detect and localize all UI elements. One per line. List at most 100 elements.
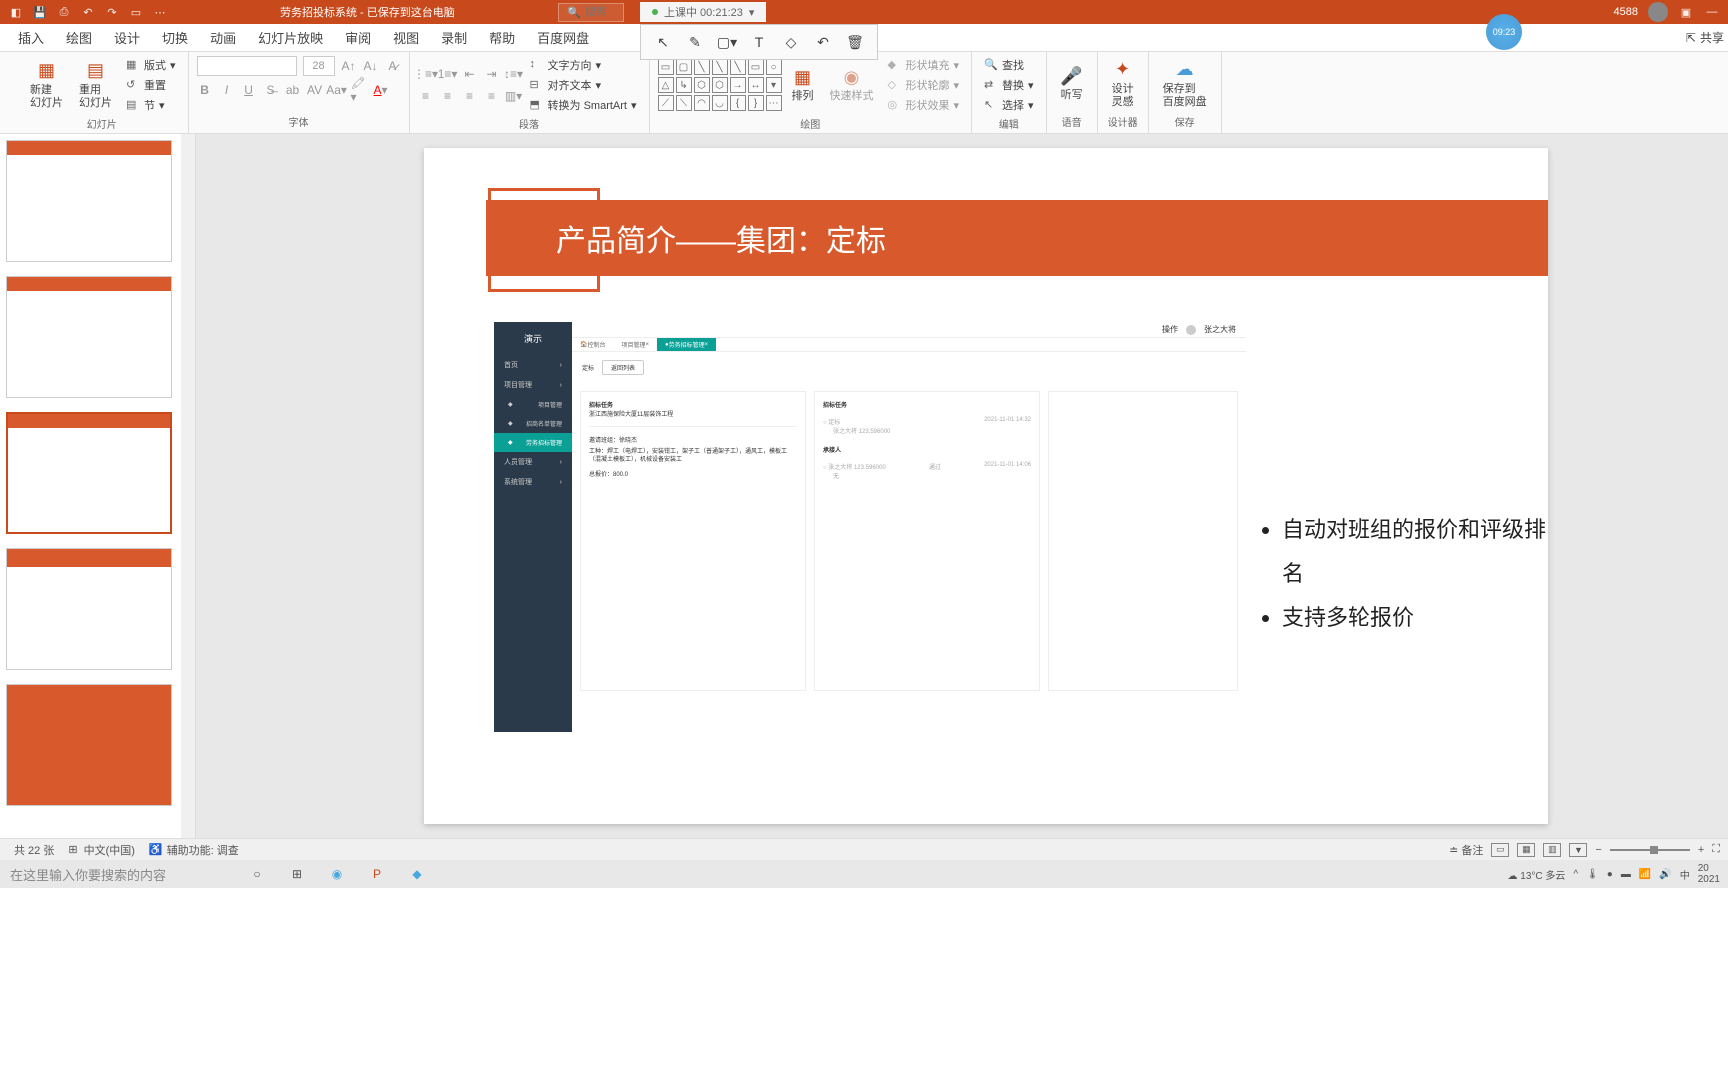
- text-icon[interactable]: T: [749, 32, 769, 52]
- taskbar-powerpoint-icon[interactable]: P: [364, 861, 390, 887]
- underline-icon[interactable]: U: [241, 82, 257, 98]
- italic-icon[interactable]: I: [219, 82, 235, 98]
- find-button[interactable]: 🔍查找: [980, 56, 1038, 74]
- weather-widget[interactable]: ☁ 13°C 多云: [1507, 867, 1565, 882]
- tray-clock[interactable]: 202021: [1698, 863, 1720, 885]
- tab-animation[interactable]: 动画: [208, 24, 238, 51]
- dictate-button[interactable]: 🎤 听写: [1055, 63, 1089, 104]
- new-slide-button[interactable]: ▦ 新建 幻灯片: [24, 58, 69, 112]
- smartart-button[interactable]: ⬒转换为 SmartArt ▾: [526, 96, 641, 114]
- tray-chevron-icon[interactable]: ^: [1573, 869, 1578, 880]
- tab-slideshow[interactable]: 幻灯片放映: [256, 24, 325, 51]
- slide-thumb[interactable]: [6, 140, 172, 262]
- tab-draw[interactable]: 绘图: [64, 24, 94, 51]
- zoom-in-icon[interactable]: +: [1698, 844, 1704, 856]
- slideshow-view-icon[interactable]: ▼: [1569, 843, 1587, 857]
- tab-design[interactable]: 设计: [112, 24, 142, 51]
- undo-icon[interactable]: ↶: [80, 4, 96, 20]
- line-spacing-icon[interactable]: ↕≡▾: [506, 66, 522, 82]
- align-text-button[interactable]: ⊟对齐文本 ▾: [526, 76, 641, 94]
- more-icon[interactable]: ⋯: [152, 4, 168, 20]
- bullets-icon[interactable]: ⋮≡▾: [418, 66, 434, 82]
- undo-tool-icon[interactable]: ↶: [813, 32, 833, 52]
- numbering-icon[interactable]: 1≡▾: [440, 66, 456, 82]
- tab-view[interactable]: 视图: [391, 24, 421, 51]
- trash-icon[interactable]: 🗑: [845, 32, 865, 52]
- taskbar-taskview-icon[interactable]: ⊞: [284, 861, 310, 887]
- tab-transition[interactable]: 切换: [160, 24, 190, 51]
- section-button[interactable]: ▤节 ▾: [122, 96, 180, 114]
- accessibility-status[interactable]: 辅助功能: 调查: [167, 842, 239, 858]
- tab-record[interactable]: 录制: [439, 24, 469, 51]
- shape-outline-button[interactable]: ◇形状轮廓 ▾: [884, 76, 964, 94]
- minimize-icon[interactable]: —: [1704, 4, 1720, 20]
- language-indicator[interactable]: 中文(中国): [84, 842, 135, 858]
- increase-font-icon[interactable]: A↑: [341, 58, 357, 74]
- taskbar-search[interactable]: 在这里输入你要搜索的内容: [0, 865, 166, 884]
- normal-view-icon[interactable]: ▭: [1491, 843, 1509, 857]
- font-color-icon[interactable]: A▾: [373, 82, 389, 98]
- save-baidu-button[interactable]: ☁ 保存到 百度网盘: [1157, 57, 1213, 111]
- sorter-view-icon[interactable]: ▦: [1517, 843, 1535, 857]
- slide-thumb[interactable]: [6, 276, 172, 398]
- tab-baidu[interactable]: 百度网盘: [535, 24, 591, 51]
- fit-window-icon[interactable]: ⛶: [1712, 843, 1720, 856]
- taskbar-browser-icon[interactable]: ◉: [324, 861, 350, 887]
- slide-canvas[interactable]: 产品简介——集团：定标 演示 首页› 项目管理› ◆ 项目管理 ◆ 招商名单管理…: [424, 148, 1548, 824]
- spacing-icon[interactable]: AV: [307, 82, 323, 98]
- decrease-font-icon[interactable]: A↓: [363, 58, 379, 74]
- tray-battery-icon[interactable]: ▬: [1621, 869, 1631, 880]
- slide-thumb-current[interactable]: [6, 412, 172, 534]
- tray-wifi-icon[interactable]: 📶: [1639, 869, 1651, 880]
- tray-ime-icon[interactable]: 中: [1680, 867, 1690, 882]
- align-center-icon[interactable]: ≡: [440, 88, 456, 104]
- shape-effects-button[interactable]: ◎形状效果 ▾: [884, 96, 964, 114]
- zoom-out-icon[interactable]: −: [1595, 844, 1601, 856]
- reuse-slide-button[interactable]: ▤ 重用 幻灯片: [73, 58, 118, 112]
- slide-editor[interactable]: 产品简介——集团：定标 演示 首页› 项目管理› ◆ 项目管理 ◆ 招商名单管理…: [196, 134, 1728, 838]
- align-left-icon[interactable]: ≡: [418, 88, 434, 104]
- taskbar-app-icon[interactable]: ◆: [404, 861, 430, 887]
- outdent-icon[interactable]: ⇤: [462, 66, 478, 82]
- slide-bullets[interactable]: 自动对班组的报价和评级排名 支持多轮报价: [1262, 508, 1548, 640]
- slide-title[interactable]: 产品简介——集团：定标: [486, 200, 1548, 276]
- indent-icon[interactable]: ⇥: [484, 66, 500, 82]
- pen-icon[interactable]: ✎: [685, 32, 705, 52]
- export-icon[interactable]: ⎙: [56, 4, 72, 20]
- clock-overlay[interactable]: 09:23: [1486, 14, 1522, 50]
- search-box[interactable]: 🔍: [558, 3, 624, 22]
- shape-fill-button[interactable]: ◆形状填充 ▾: [884, 56, 964, 74]
- ribbon-toggle-icon[interactable]: ▣: [1678, 4, 1694, 20]
- font-family-select[interactable]: [197, 56, 297, 76]
- cursor-icon[interactable]: ↖: [653, 32, 673, 52]
- clear-format-icon[interactable]: A̷: [385, 58, 401, 74]
- font-size-input[interactable]: [303, 56, 335, 76]
- tray-icon[interactable]: ●: [1607, 869, 1613, 880]
- share-button[interactable]: ⇱ 共享: [1686, 29, 1724, 46]
- search-input[interactable]: [585, 6, 615, 18]
- slide-thumbnail-panel[interactable]: [0, 134, 196, 838]
- thumbnail-scrollbar[interactable]: [181, 134, 195, 838]
- redo-icon[interactable]: ↷: [104, 4, 120, 20]
- autosave-icon[interactable]: ◧: [8, 4, 24, 20]
- bold-icon[interactable]: B: [197, 82, 213, 98]
- case-icon[interactable]: Aa▾: [329, 82, 345, 98]
- columns-icon[interactable]: ▥▾: [506, 88, 522, 104]
- designer-button[interactable]: ✦ 设计 灵感: [1106, 57, 1140, 111]
- strike-icon[interactable]: S̶: [263, 82, 279, 98]
- justify-icon[interactable]: ≡: [484, 88, 500, 104]
- select-button[interactable]: ↖选择 ▾: [980, 96, 1038, 114]
- taskbar-cortana-icon[interactable]: ○: [244, 861, 270, 887]
- shape-gallery[interactable]: ▭▢╲╲╲▭○ △↳⬡⬡→↔▾ ⟋⟍◠◡{}⋯: [658, 59, 782, 111]
- class-timer[interactable]: 上课中 00:21:23 ▾: [640, 2, 766, 22]
- present-icon[interactable]: ▭: [128, 4, 144, 20]
- layout-button[interactable]: ▦版式 ▾: [122, 56, 180, 74]
- align-right-icon[interactable]: ≡: [462, 88, 478, 104]
- save-icon[interactable]: 💾: [32, 4, 48, 20]
- slide-thumb[interactable]: [6, 684, 172, 806]
- slide-thumb[interactable]: [6, 548, 172, 670]
- user-avatar[interactable]: [1648, 2, 1668, 22]
- tab-help[interactable]: 帮助: [487, 24, 517, 51]
- arrange-button[interactable]: ▦ 排列: [786, 64, 820, 105]
- shape-icon[interactable]: ▢▾: [717, 32, 737, 52]
